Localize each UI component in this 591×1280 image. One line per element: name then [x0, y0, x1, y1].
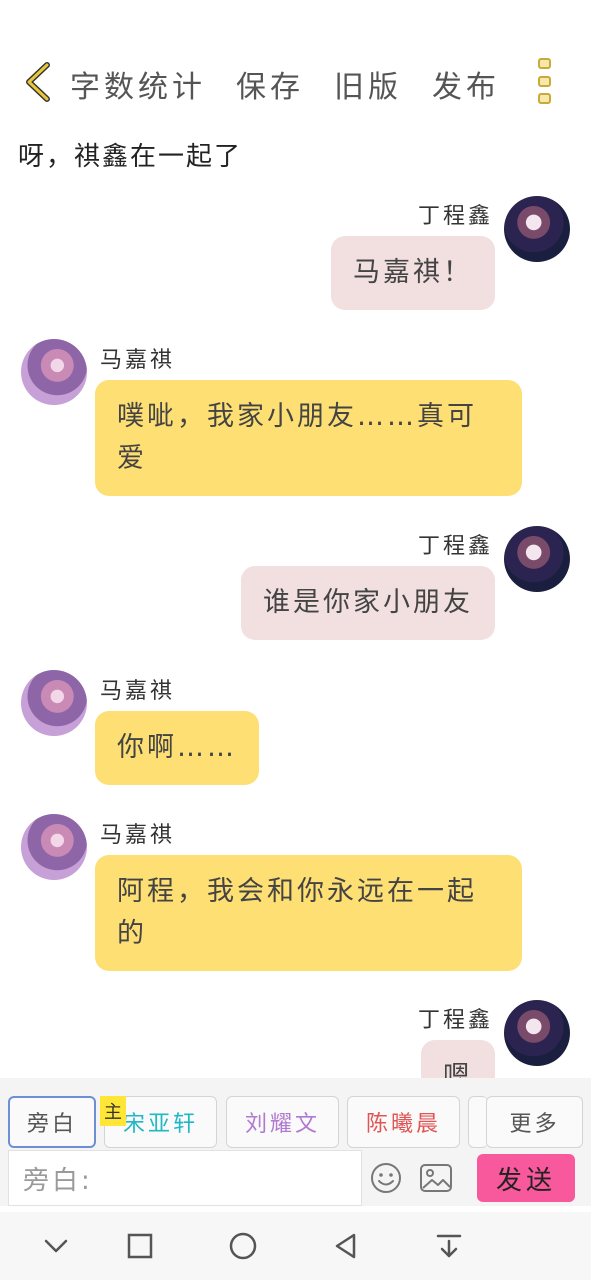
avatar[interactable]	[504, 526, 570, 592]
chevron-down-icon[interactable]	[40, 1230, 72, 1262]
image-icon[interactable]	[419, 1163, 453, 1193]
avatar[interactable]	[21, 339, 87, 405]
speaker-name: 丁程鑫	[417, 204, 493, 229]
speaker-name: 马嘉祺	[100, 679, 176, 704]
notification-pull-icon[interactable]	[433, 1230, 465, 1262]
send-button[interactable]: 发送	[477, 1154, 575, 1202]
speaker-name: 马嘉祺	[100, 348, 176, 373]
recent-apps-icon[interactable]	[124, 1230, 156, 1262]
role-button[interactable]: 刘耀文	[226, 1096, 339, 1148]
chapter-title[interactable]: 呀，祺鑫在一起了	[18, 136, 242, 173]
chat-area[interactable]: 丁程鑫 马嘉祺！ 马嘉祺 噗呲，我家小朋友……真可爱 丁程鑫 谁是你家小朋友 马…	[0, 186, 591, 1078]
speaker-name: 马嘉祺	[100, 823, 176, 848]
role-button-partial[interactable]	[468, 1096, 488, 1148]
role-narration-button[interactable]: 旁白	[8, 1096, 96, 1148]
role-button[interactable]: 陈曦晨	[347, 1096, 460, 1148]
top-bar: 字数统计 保存 旧版 发布	[0, 0, 591, 130]
message-bubble[interactable]: 噗呲，我家小朋友……真可爱	[95, 380, 522, 496]
input-row: 旁白: 发送	[0, 1150, 591, 1206]
menu-dot	[537, 93, 551, 104]
avatar[interactable]	[21, 814, 87, 880]
avatar[interactable]	[21, 670, 87, 736]
avatar[interactable]	[504, 1000, 570, 1066]
message-bubble[interactable]: 马嘉祺！	[331, 236, 495, 310]
main-role-badge: 主	[100, 1096, 126, 1126]
back-button[interactable]	[18, 58, 58, 106]
emoji-icon[interactable]	[370, 1162, 402, 1194]
save-link[interactable]: 保存	[236, 62, 304, 106]
message-bubble[interactable]: 谁是你家小朋友	[241, 566, 495, 640]
menu-dot	[537, 75, 551, 87]
message-bubble[interactable]: 嗯	[421, 1040, 495, 1078]
message-bubble[interactable]: 阿程，我会和你永远在一起的	[95, 855, 522, 971]
system-nav-bar	[0, 1212, 591, 1280]
back-nav-icon[interactable]	[330, 1230, 362, 1262]
speaker-name: 丁程鑫	[417, 534, 493, 559]
role-selector-bar: 旁白 宋亚轩 主 刘耀文 陈曦晨 更多	[0, 1078, 591, 1150]
more-menu-icon[interactable]	[536, 58, 552, 104]
chevron-left-icon	[26, 62, 50, 102]
home-icon[interactable]	[227, 1230, 259, 1262]
toolbar-links: 字数统计 保存 旧版 发布	[70, 62, 500, 106]
message-bubble[interactable]: 你啊……	[95, 711, 259, 785]
word-count-link[interactable]: 字数统计	[70, 62, 206, 106]
message-input-box[interactable]: 旁白:	[8, 1150, 362, 1206]
old-version-link[interactable]: 旧版	[334, 62, 402, 106]
speaker-name: 丁程鑫	[417, 1008, 493, 1033]
more-roles-button[interactable]: 更多	[486, 1096, 583, 1148]
publish-link[interactable]: 发布	[432, 62, 500, 106]
menu-dot	[537, 58, 551, 69]
avatar[interactable]	[504, 196, 570, 262]
input-prefix: 旁白:	[23, 1165, 93, 1196]
